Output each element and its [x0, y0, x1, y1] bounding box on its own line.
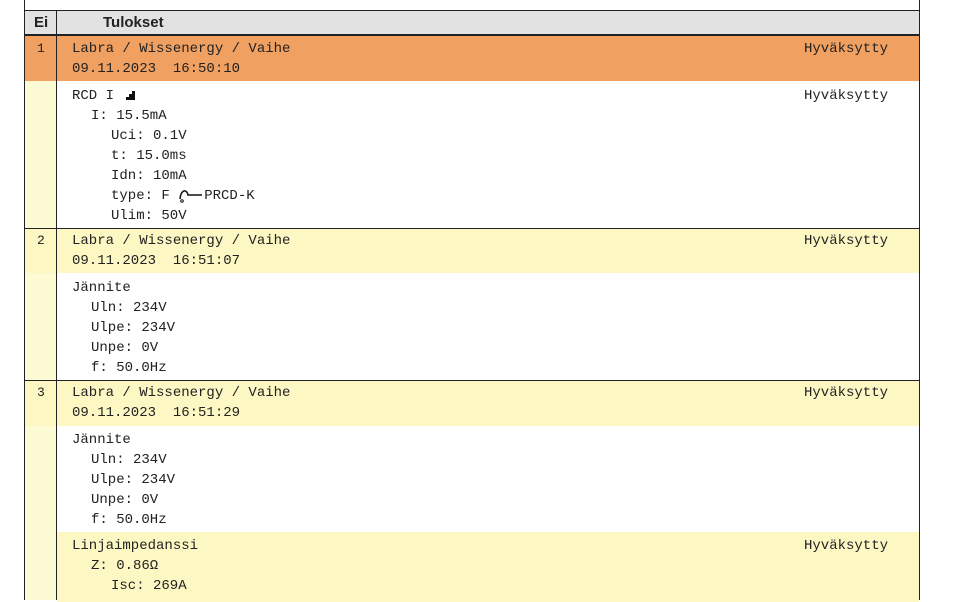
rcd-current: I: 15.5mA — [91, 108, 167, 124]
impedance-status: Hyväksytty — [803, 538, 888, 554]
entry-3-number: 3 — [37, 385, 45, 400]
rcd-idn: Idn: 10mA — [111, 168, 187, 184]
voltage-2-ulpe: Ulpe: 234V — [91, 320, 176, 336]
voltage-2-frequency: f: 50.0Hz — [91, 360, 167, 376]
header-column-separator — [56, 11, 57, 34]
entry-2-datetime: 09.11.2023 16:51:07 — [72, 253, 241, 269]
rcd-ulim: Ulim: 50V — [111, 208, 187, 224]
voltage-2-unpe: Unpe: 0V — [91, 340, 159, 356]
voltage-2-uln: Uln: 234V — [91, 300, 167, 316]
impedance-isc: Isc: 269A — [111, 578, 187, 594]
entry-1-number: 1 — [37, 41, 45, 56]
ramp-icon — [123, 91, 136, 101]
voltage-3-unpe: Unpe: 0V — [91, 492, 159, 508]
rcd-symbol-icon — [179, 190, 203, 204]
entry-1-datetime: 09.11.2023 16:50:10 — [72, 61, 241, 77]
results-table: Ei Tulokset 1 Labra / Wissenergy / Vaihe… — [24, 0, 920, 602]
entry-3-status: Hyväksytty — [803, 385, 888, 401]
entry-1-status: Hyväksytty — [803, 41, 888, 57]
rcd-type-prefix: type: F — [111, 188, 170, 204]
number-column — [25, 36, 57, 600]
impedance-z: Z: 0.86Ω — [91, 558, 159, 574]
rcd-type-suffix: PRCD-K — [204, 188, 255, 204]
rcd-type: type: F PRCD-K — [111, 186, 255, 206]
voltage-2-title: Jännite — [72, 280, 131, 296]
column-header-results: Tulokset — [103, 14, 164, 31]
rcd-test: RCD I — [72, 86, 138, 106]
entry-3-datetime: 09.11.2023 16:51:29 — [72, 405, 241, 421]
rcd-status: Hyväksytty — [803, 88, 888, 104]
rcd-title: RCD I — [72, 88, 115, 104]
rcd-time: t: 15.0ms — [111, 148, 187, 164]
voltage-3-title: Jännite — [72, 432, 131, 448]
voltage-3-ulpe: Ulpe: 234V — [91, 472, 176, 488]
column-header-no: Ei — [34, 14, 49, 31]
entry-2-number: 2 — [37, 233, 45, 248]
entry-2-status: Hyväksytty — [803, 233, 888, 249]
voltage-3-frequency: f: 50.0Hz — [91, 512, 167, 528]
entry-1-path: Labra / Wissenergy / Vaihe — [72, 41, 291, 57]
rcd-uci: Uci: 0.1V — [111, 128, 187, 144]
entry-3-path: Labra / Wissenergy / Vaihe — [72, 385, 291, 401]
table-header: Ei Tulokset — [25, 11, 919, 36]
impedance-title: Linjaimpedanssi — [72, 538, 199, 554]
entry-2-path: Labra / Wissenergy / Vaihe — [72, 233, 291, 249]
voltage-3-uln: Uln: 234V — [91, 452, 167, 468]
